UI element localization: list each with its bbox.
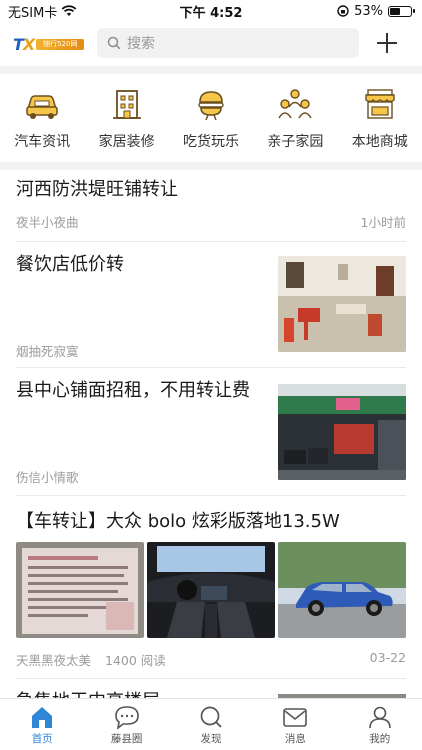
tab-discover[interactable]: 发现 (169, 699, 253, 750)
feed-thumbnail-storefront (278, 384, 406, 480)
feed-thumbnail-license (16, 542, 144, 638)
category-label: 家居装修 (98, 134, 155, 150)
battery-icon (388, 5, 415, 17)
logo-mark: TX (13, 34, 35, 54)
category-label: 吃货玩乐 (182, 134, 239, 150)
tab-community[interactable]: 藤县圈 (85, 699, 169, 750)
feed-title: 县中心铺面招租，不用转让费 (16, 380, 250, 401)
feed-thumbnail-interior (147, 542, 275, 638)
feed-meta: 天黑黑夜太美 1400 阅读 03-22 (16, 650, 406, 668)
feed-title: 河西防洪堤旺铺转让 (16, 179, 178, 200)
category-home[interactable]: 家居装修 (85, 76, 169, 162)
feed-author: 烟抽死寂寞 (16, 344, 79, 359)
section-divider (0, 162, 422, 170)
feed-date: 03-22 (369, 650, 406, 665)
category-store[interactable]: 本地商城 (338, 76, 422, 162)
tab-label: 首页 (31, 733, 53, 745)
store-icon (365, 89, 395, 119)
tab-label: 消息 (284, 733, 306, 745)
category-family[interactable]: 亲子家园 (253, 76, 337, 162)
feed-title: 【车转让】大众 bolo 炫彩版落地13.5W (16, 511, 340, 532)
tab-profile[interactable]: 我的 (338, 699, 422, 750)
battery-percent: 53% (354, 3, 383, 19)
family-icon (278, 89, 312, 119)
tab-home[interactable]: 首页 (0, 699, 84, 750)
category-food[interactable]: 吃货玩乐 (169, 76, 253, 162)
home-icon (32, 707, 53, 728)
search-bar[interactable]: 搜索 (97, 28, 359, 58)
category-label: 亲子家园 (267, 134, 324, 150)
feed-author: 天黑黑夜太美 (16, 653, 92, 668)
bottom-tab-bar: 首页 藤县圈 发现 消息 我的 (0, 698, 422, 750)
category-grid: 汽车资讯 家居装修 吃货玩乐 亲子家园 本地商城 (0, 76, 422, 162)
feed-item[interactable]: 【车转让】大众 bolo 炫彩版落地13.5W (16, 510, 406, 534)
search-icon (107, 36, 121, 50)
feed-author: 伤信小情歌 (16, 470, 79, 485)
category-label: 汽车资讯 (14, 134, 71, 150)
logo-tagline: 随行520网 (36, 38, 85, 50)
burger-icon (198, 91, 224, 121)
feed-author: 夜半小夜曲 (16, 215, 79, 230)
feed-views: 1400 阅读 (105, 653, 166, 668)
discover-icon (200, 706, 222, 728)
chat-bubble-icon (114, 706, 139, 729)
rotation-lock-icon (337, 5, 349, 17)
feed-separator (16, 678, 406, 679)
feed-thumbnail-restaurant (278, 256, 406, 352)
feed-separator (16, 241, 406, 242)
tab-label: 发现 (200, 733, 222, 745)
add-post-button[interactable] (374, 30, 400, 56)
feed-title: 餐饮店低价转 (16, 254, 124, 275)
status-bar: 无SIM卡 下午 4:52 53% (0, 0, 422, 22)
tab-label: 我的 (369, 733, 391, 745)
car-icon (26, 95, 58, 119)
feed-separator (16, 495, 406, 496)
feed-separator (16, 367, 406, 368)
tab-label: 藤县圈 (110, 733, 143, 745)
category-car[interactable]: 汽车资讯 (0, 76, 84, 162)
mail-icon (283, 708, 308, 727)
feed-item[interactable]: 河西防洪堤旺铺转让 夜半小夜曲 1小时前 (16, 178, 406, 230)
feed-time: 1小时前 (360, 215, 406, 230)
profile-icon (368, 706, 391, 729)
app-logo: TX 随行520网 (13, 34, 91, 54)
feed-thumbnail-car (278, 542, 406, 638)
search-placeholder: 搜索 (127, 36, 155, 52)
section-divider (0, 66, 422, 74)
category-label: 本地商城 (351, 134, 408, 150)
building-icon (112, 90, 141, 119)
tab-messages[interactable]: 消息 (253, 699, 337, 750)
header: TX 随行520网 搜索 (0, 26, 422, 62)
